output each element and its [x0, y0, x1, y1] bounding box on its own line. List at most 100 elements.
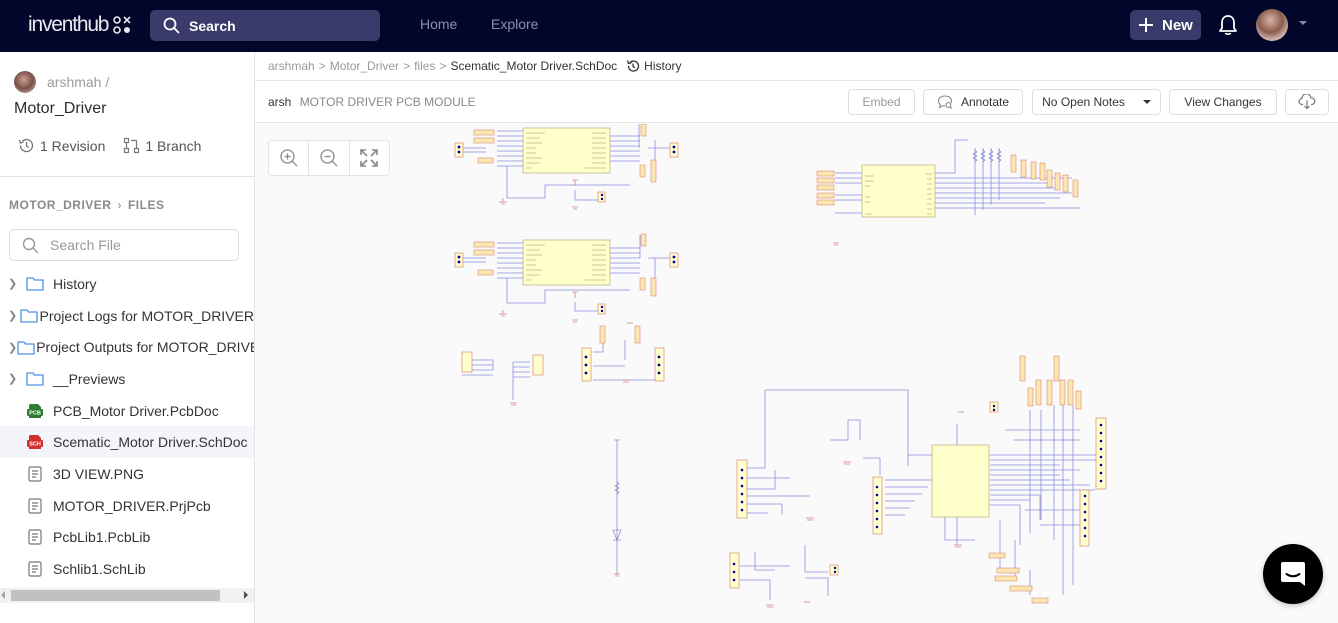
files-crumb-section[interactable]: FILES	[128, 198, 165, 212]
project-sidebar: arshmah / Motor_Driver 1 Revision 1 Bran…	[0, 52, 255, 623]
scroll-left-arrow-icon[interactable]	[1, 591, 5, 599]
owner-name-link[interactable]: arshmah /	[47, 74, 109, 90]
tree-item-label: PCB_Motor Driver.PcbDoc	[53, 402, 219, 419]
ic-u4	[931, 444, 990, 518]
notes-select-value: No Open Notes	[1042, 95, 1125, 109]
tree-item-label: MOTOR_DRIVER.PrjPcb	[53, 497, 211, 514]
annotate-label: Annotate	[960, 95, 1010, 109]
search-icon	[22, 237, 39, 253]
tree-folder-project-logs[interactable]: ❯ Project Logs for MOTOR_DRIVER	[0, 300, 254, 332]
schematic-drawing	[454, 124, 1107, 608]
tree-item-label: History	[53, 275, 97, 292]
document-icon	[28, 498, 42, 514]
tree-file-schlib[interactable]: Schlib1.SchLib	[0, 553, 254, 585]
zoom-controls	[268, 140, 390, 176]
tree-file-prjpcb[interactable]: MOTOR_DRIVER.PrjPcb	[0, 490, 254, 522]
embed-button[interactable]: Embed	[848, 89, 915, 115]
zoom-out-icon	[320, 149, 338, 167]
tree-item-label: Project Outputs for MOTOR_DRIVER	[36, 339, 254, 356]
breadcrumb-owner[interactable]: arshmah	[268, 59, 315, 73]
document-toolbar: arsh MOTOR DRIVER PCB MODULE Embed Annot…	[255, 81, 1338, 123]
folder-icon	[26, 372, 44, 387]
tree-folder-previews[interactable]: ❯ __Previews	[0, 363, 254, 395]
branches-link[interactable]: 1 Branch	[123, 137, 201, 154]
top-navbar: inventhub Search Home Explore New	[0, 0, 1338, 52]
document-icon	[28, 466, 42, 482]
breadcrumb-separator: >	[439, 59, 447, 73]
history-label: History	[644, 59, 682, 73]
file-search-placeholder: Search File	[50, 237, 121, 253]
tree-item-label: 3D VIEW.PNG	[53, 465, 145, 482]
file-tree: ❯ History ❯ Project Logs for MOTOR_DRIVE…	[0, 268, 254, 585]
document-title: arsh MOTOR DRIVER PCB MODULE	[268, 95, 476, 109]
nav-explore-link[interactable]: Explore	[491, 16, 538, 32]
sch-file-icon: SCH	[27, 435, 43, 450]
history-link[interactable]: History	[626, 59, 682, 73]
chevron-right-icon[interactable]: ❯	[0, 341, 17, 354]
search-placeholder: Search	[189, 17, 236, 34]
new-button[interactable]: New	[1130, 10, 1201, 40]
branch-icon	[124, 137, 140, 154]
tree-file-schdoc[interactable]: SCH Scematic_Motor Driver.SchDoc	[0, 426, 254, 459]
tree-item-label: __Previews	[53, 370, 126, 387]
breadcrumb-project[interactable]: Motor_Driver	[330, 59, 399, 73]
user-menu-caret-icon[interactable]	[1299, 21, 1307, 25]
zoom-in-icon	[280, 149, 298, 167]
fit-screen-button[interactable]	[350, 141, 389, 175]
history-icon	[18, 138, 34, 153]
chevron-right-icon[interactable]: ❯	[0, 277, 26, 290]
zoom-out-button[interactable]	[309, 141, 350, 175]
expand-icon	[360, 149, 379, 167]
chevron-right-icon[interactable]: ❯	[0, 372, 26, 385]
annotate-icon	[937, 95, 953, 109]
view-changes-button[interactable]: View Changes	[1169, 89, 1277, 115]
download-button[interactable]	[1285, 89, 1329, 115]
tree-folder-project-outputs[interactable]: ❯ Project Outputs for MOTOR_DRIVER	[0, 331, 254, 363]
pcb-file-icon: PCB	[27, 403, 43, 418]
scroll-right-arrow-icon[interactable]	[244, 591, 248, 599]
project-name[interactable]: Motor_Driver	[14, 100, 106, 118]
document-viewer: arshmah > Motor_Driver > files > Scemati…	[255, 52, 1338, 623]
sidebar-divider	[0, 176, 254, 177]
chevron-right-icon: ›	[117, 198, 122, 212]
zoom-in-button[interactable]	[269, 141, 310, 175]
breadcrumb-separator: >	[403, 59, 411, 73]
chevron-right-icon[interactable]: ❯	[0, 309, 20, 322]
tree-item-label: Scematic_Motor Driver.SchDoc	[53, 434, 248, 451]
support-chat-button[interactable]	[1263, 544, 1323, 604]
tree-file-3d-view[interactable]: 3D VIEW.PNG	[0, 458, 254, 490]
global-search-input[interactable]: Search	[150, 10, 380, 41]
notes-select[interactable]: No Open Notes	[1032, 89, 1161, 115]
nav-home-link[interactable]: Home	[420, 16, 457, 32]
sidebar-horizontal-scrollbar[interactable]	[0, 588, 254, 603]
inventhub-logo[interactable]: inventhub	[28, 13, 131, 37]
breadcrumb-files[interactable]: files	[414, 59, 435, 73]
revisions-label: 1 Revision	[40, 137, 106, 154]
logo-text: inventhub	[28, 13, 109, 36]
embed-label: Embed	[862, 95, 901, 109]
owner-avatar[interactable]	[14, 71, 36, 93]
caret-down-icon	[1142, 100, 1151, 104]
revisions-link[interactable]: 1 Revision	[18, 137, 105, 154]
tree-item-label: Project Logs for MOTOR_DRIVER	[39, 307, 254, 324]
cloud-download-icon	[1298, 94, 1316, 110]
history-icon	[627, 60, 640, 72]
tree-file-pcblib[interactable]: PcbLib1.PcbLib	[0, 522, 254, 554]
tree-folder-history[interactable]: ❯ History	[0, 268, 254, 300]
document-icon	[28, 561, 42, 577]
tree-file-pcbdoc[interactable]: PCB PCB_Motor Driver.PcbDoc	[0, 395, 254, 427]
chat-icon	[1281, 562, 1305, 586]
files-crumb-project[interactable]: MOTOR_DRIVER	[9, 198, 111, 212]
scrollbar-thumb[interactable]	[11, 590, 220, 601]
breadcrumb: arshmah > Motor_Driver > files > Scemati…	[255, 52, 1338, 81]
svg-text:PCB: PCB	[29, 410, 41, 416]
file-search-input[interactable]: Search File	[9, 229, 239, 261]
schematic-canvas[interactable]	[255, 124, 1338, 623]
logo-mark-icon	[113, 16, 131, 34]
user-avatar[interactable]	[1256, 9, 1288, 41]
notifications-bell-icon[interactable]	[1218, 14, 1238, 41]
search-icon	[163, 17, 180, 34]
annotate-button[interactable]: Annotate	[923, 89, 1023, 115]
folder-icon	[20, 309, 39, 323]
ic-u3	[861, 164, 936, 218]
